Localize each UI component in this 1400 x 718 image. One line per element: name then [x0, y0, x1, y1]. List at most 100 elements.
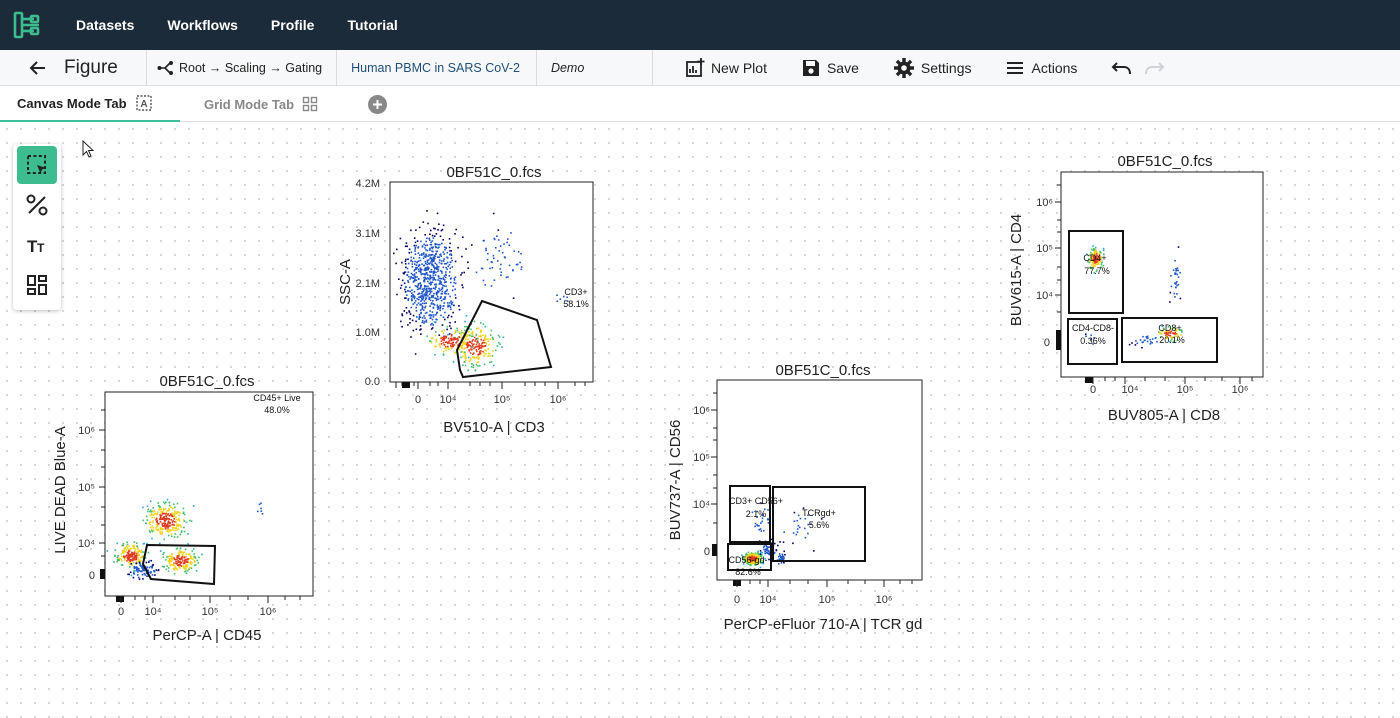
event-dot: [421, 295, 423, 297]
event-dot: [1096, 263, 1098, 265]
tab-grid-mode[interactable]: Grid Mode Tab: [204, 86, 318, 122]
event-dot: [461, 347, 463, 349]
event-dot: [189, 567, 191, 569]
event-dot: [427, 267, 429, 270]
event-dot: [135, 553, 138, 555]
event-dot: [500, 274, 502, 276]
event-dot: [456, 327, 458, 330]
nav-datasets[interactable]: Datasets: [76, 17, 134, 33]
tool-panel: T T: [13, 144, 61, 310]
event-dot: [498, 336, 501, 338]
select-region-icon[interactable]: [17, 146, 57, 184]
event-dot: [1177, 276, 1180, 278]
event-dot: [151, 564, 154, 567]
gate-tool-icon[interactable]: [17, 186, 57, 224]
new-plot-button[interactable]: New Plot: [685, 50, 767, 86]
save-button[interactable]: Save: [801, 50, 859, 86]
event-dot: [399, 237, 402, 240]
mouse-cursor-icon: [82, 140, 95, 158]
event-dot: [446, 328, 448, 331]
dataset-name[interactable]: Human PBMC in SARS CoV-2: [337, 50, 536, 86]
gate-label: TCRgd+: [802, 508, 836, 518]
event-dot: [439, 280, 441, 282]
event-dot: [178, 551, 180, 554]
event-dot: [493, 364, 495, 367]
event-dot: [485, 338, 488, 341]
event-dot: [409, 286, 411, 289]
flow-plot-cd3[interactable]: 0BF51C_0.fcs CD3+ 58.1% 4.2M 3.1M 2.1M 1…: [330, 160, 610, 440]
event-dot: [470, 348, 472, 350]
event-dot: [127, 561, 130, 564]
event-dot: [443, 253, 445, 255]
experiment-name[interactable]: Demo: [537, 50, 652, 86]
event-dot: [420, 269, 422, 271]
event-dot: [436, 250, 439, 253]
event-dot: [508, 264, 511, 267]
nav-workflows[interactable]: Workflows: [167, 17, 238, 33]
event-dot: [431, 311, 434, 313]
event-dot: [160, 508, 162, 511]
event-dot: [418, 296, 420, 298]
event-dot: [136, 560, 138, 563]
layout-tool-icon[interactable]: [17, 266, 57, 304]
event-dot: [174, 527, 176, 529]
event-dot: [469, 334, 471, 337]
event-dot: [1175, 267, 1177, 270]
event-dot: [450, 308, 452, 311]
add-tab-plus-icon[interactable]: [368, 95, 387, 114]
event-dot: [174, 510, 176, 513]
event-dot: [494, 247, 497, 249]
event-dot: [477, 345, 479, 347]
event-dot: [167, 560, 170, 562]
event-dot: [121, 544, 123, 547]
event-dot: [417, 252, 420, 254]
event-dot: [414, 275, 417, 278]
event-dot: [187, 543, 189, 545]
nav-tutorial[interactable]: Tutorial: [347, 17, 397, 33]
actions-button[interactable]: Actions: [1005, 50, 1077, 86]
event-dot: [439, 282, 442, 284]
event-dot: [428, 237, 430, 240]
event-dot: [144, 574, 147, 576]
event-dot: [484, 339, 486, 341]
nav-profile[interactable]: Profile: [271, 17, 315, 33]
event-dot: [161, 524, 164, 526]
event-dot: [414, 246, 417, 249]
event-dot: [132, 561, 135, 564]
event-dot: [419, 259, 422, 262]
tab-canvas-mode[interactable]: Canvas Mode Tab A: [0, 86, 180, 122]
event-dot: [191, 558, 194, 561]
flow-plot-cd4-cd8[interactable]: 0BF51C_0.fcs CD4+ 77.7% CD4-CD8- 0.36% C…: [1000, 150, 1290, 430]
workflow-breadcrumb[interactable]: Root → Scaling → Gating: [147, 50, 336, 86]
event-dot: [113, 561, 115, 563]
event-dot: [396, 293, 398, 296]
event-dot: [429, 239, 431, 241]
event-dot: [126, 547, 129, 549]
event-dot: [430, 268, 433, 271]
event-dot: [460, 334, 462, 336]
cytometry-logo-icon[interactable]: [8, 5, 48, 45]
flow-plot-cd45[interactable]: 0BF51C_0.fcs CD45+ Live 48.0% 10⁶ 10⁵ 10…: [50, 370, 330, 650]
event-dot: [796, 528, 799, 530]
event-dot: [449, 302, 451, 304]
text-tool-icon[interactable]: T T: [17, 226, 57, 264]
event-dot: [442, 239, 444, 241]
event-dot: [1149, 343, 1152, 345]
plot-frame: [389, 181, 594, 383]
event-dot: [415, 271, 418, 274]
back-arrow-icon[interactable]: [24, 54, 52, 82]
undo-button[interactable]: [1111, 50, 1139, 86]
event-dot: [407, 324, 409, 326]
flow-plot-tcrgd[interactable]: 0BF51C_0.fcs CD3+ CD56+ 2.1% TCRgd+ 5.6%…: [660, 358, 950, 638]
event-dot: [177, 511, 180, 513]
event-dot: [1169, 291, 1172, 294]
settings-button[interactable]: Settings: [893, 50, 971, 86]
event-dot: [434, 279, 437, 281]
event-dot: [461, 284, 463, 286]
event-dot: [1141, 346, 1143, 349]
event-dot: [148, 559, 151, 562]
plot-svg: 0BF51C_0.fcs CD3+ CD56+ 2.1% TCRgd+ 5.6%…: [667, 362, 923, 633]
x-axis-label: BUV805-A | CD8: [1108, 407, 1220, 424]
redo-button[interactable]: [1143, 50, 1171, 86]
event-dot: [405, 242, 408, 244]
